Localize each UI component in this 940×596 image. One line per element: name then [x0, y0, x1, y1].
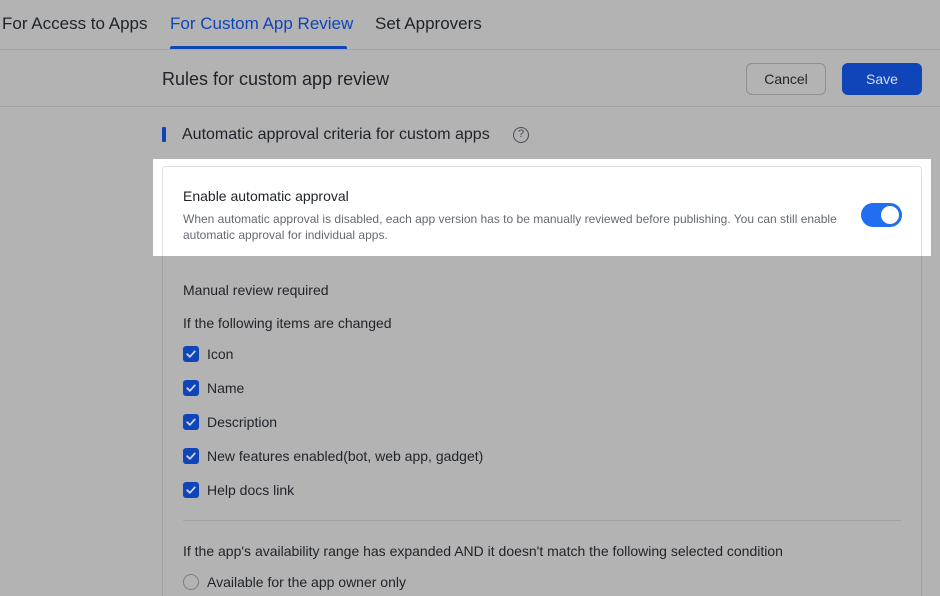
active-tab-indicator: [170, 46, 347, 49]
manual-review-heading: Manual review required: [183, 282, 329, 298]
toggle-knob: [881, 206, 899, 224]
help-icon[interactable]: ?: [513, 127, 529, 143]
tab-custom-app-review[interactable]: For Custom App Review: [170, 13, 353, 35]
radio-label: Available for the app owner only: [207, 574, 406, 590]
checkbox-checked-icon[interactable]: [183, 346, 199, 362]
checkbox-checked-icon[interactable]: [183, 448, 199, 464]
checkbox-label: Help docs link: [207, 482, 295, 498]
save-button[interactable]: Save: [842, 63, 922, 95]
section-divider: [183, 520, 901, 521]
auto-approval-card: Enable automatic approval When automatic…: [162, 166, 922, 256]
auto-approval-title: Enable automatic approval: [183, 188, 349, 204]
checkbox-label: Name: [207, 380, 245, 396]
tab-set-approvers[interactable]: Set Approvers: [375, 13, 482, 35]
auto-approval-toggle[interactable]: [861, 203, 902, 227]
cancel-button[interactable]: Cancel: [746, 63, 826, 95]
checkbox-checked-icon[interactable]: [183, 482, 199, 498]
tab-access-to-apps[interactable]: For Access to Apps: [2, 13, 148, 35]
page-header: Rules for custom app review Cancel Save: [0, 51, 940, 107]
page-title: Rules for custom app review: [162, 69, 390, 89]
section-title: Automatic approval criteria for custom a…: [182, 126, 490, 143]
auto-approval-description: When automatic approval is disabled, eac…: [183, 212, 837, 242]
checkbox-checked-icon[interactable]: [183, 414, 199, 430]
checkbox-label: Icon: [207, 346, 234, 362]
changed-items-subheading: If the following items are changed: [183, 315, 392, 331]
availability-heading: If the app's availability range has expa…: [183, 543, 783, 559]
checkbox-checked-icon[interactable]: [183, 380, 199, 396]
section-accent-bar: [162, 127, 166, 142]
tab-bar: For Access to Apps For Custom App Review…: [0, 0, 940, 50]
checkbox-label: New features enabled(bot, web app, gadge…: [207, 448, 484, 464]
radio-unselected-icon[interactable]: [183, 574, 199, 590]
checkbox-label: Description: [207, 414, 278, 430]
